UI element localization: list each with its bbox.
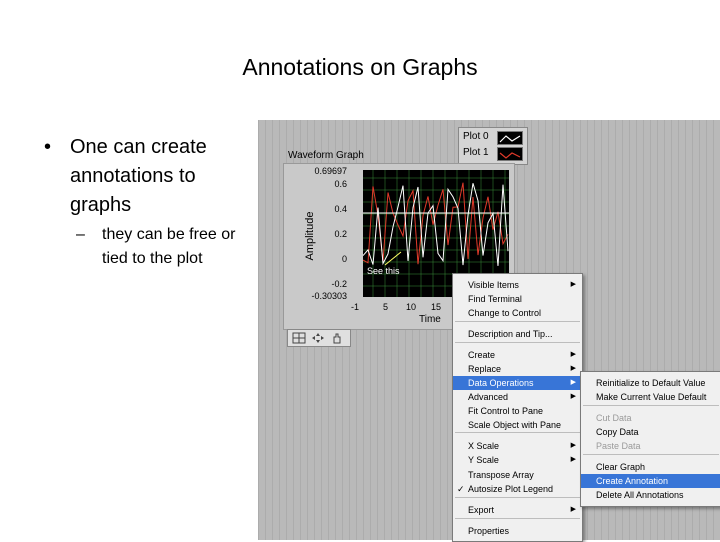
sub-bullet-text: they can be free or tied to the plot <box>102 226 236 267</box>
y-tick: 0.2 <box>334 229 347 239</box>
menu-item-label: Replace <box>468 364 502 374</box>
menu-item-data-operations[interactable]: Data Operations ▶ <box>453 376 582 390</box>
submenu-item-copy-data[interactable]: Copy Data <box>581 425 720 439</box>
bullet-symbol: • <box>44 136 52 158</box>
y-tick[interactable]: 0.69697 <box>297 166 347 176</box>
submenu-item-cut-data: Cut Data <box>581 411 720 425</box>
menu-item-label: Find Terminal <box>468 294 522 304</box>
submenu-arrow-icon: ▶ <box>570 365 576 372</box>
y-tick: 0 <box>341 254 347 264</box>
menu-item-label: Advanced <box>468 392 509 402</box>
submenu-item-label: Cut Data <box>596 413 632 423</box>
submenu-arrow-icon: ▶ <box>570 506 576 513</box>
submenu-arrow-icon: ▶ <box>570 351 576 358</box>
submenu-item-reinitialize-to-default-value[interactable]: Reinitialize to Default Value <box>581 376 720 390</box>
menu-item-find-terminal[interactable]: Find Terminal <box>453 292 582 306</box>
hand-icon[interactable] <box>329 332 345 344</box>
menu-separator <box>455 497 580 498</box>
y-tick: 0.4 <box>334 204 347 214</box>
menu-item-y-scale[interactable]: Y Scale ▶ <box>453 453 582 467</box>
plot0-line-icon <box>499 135 521 143</box>
annotation-label: See this <box>367 266 400 276</box>
menu-separator <box>455 432 580 433</box>
plot1-line-icon <box>499 152 521 159</box>
submenu-item-label: Copy Data <box>596 427 639 437</box>
x-tick[interactable]: -1 <box>351 302 359 312</box>
x-tick: 10 <box>406 302 417 312</box>
menu-item-label: Y Scale <box>468 455 499 465</box>
graph-label: Waveform Graph <box>288 150 364 161</box>
menu-item-label: Transpose Array <box>468 470 534 480</box>
slide-title: Annotations on Graphs <box>242 54 478 80</box>
legend-plot0-swatch[interactable] <box>497 131 523 145</box>
bullet-text: One can create annotations to graphs <box>70 136 207 216</box>
checkmark-icon: ✓ <box>457 484 465 494</box>
menu-item-export[interactable]: Export ▶ <box>453 503 582 517</box>
pan-icon[interactable] <box>310 332 326 344</box>
menu-item-replace[interactable]: Replace ▶ <box>453 362 582 376</box>
legend-plot1-swatch[interactable] <box>497 147 523 161</box>
menu-separator <box>583 405 719 406</box>
menu-item-label: Change to Control <box>468 308 542 318</box>
menu-separator <box>455 321 580 322</box>
context-menu: Visible Items ▶ Find Terminal Change to Con… <box>452 273 583 542</box>
y-tick: -0.2 <box>331 279 347 289</box>
menu-item-change-to-control[interactable]: Change to Control <box>453 306 582 320</box>
x-tick: 5 <box>383 302 389 312</box>
submenu-item-label: Clear Graph <box>596 462 646 472</box>
menu-item-description-and-tip[interactable]: Description and Tip... <box>453 327 582 341</box>
submenu-item-label: Paste Data <box>596 441 641 451</box>
submenu-item-clear-graph[interactable]: Clear Graph <box>581 460 720 474</box>
menu-item-label: Fit Control to Pane <box>468 406 544 416</box>
submenu-arrow-icon: ▶ <box>570 456 576 463</box>
y-tick: 0.6 <box>334 179 347 189</box>
menu-item-x-scale[interactable]: X Scale ▶ <box>453 439 582 453</box>
x-tick[interactable]: 15 <box>431 302 441 312</box>
sub-bullet-symbol: – <box>76 226 85 243</box>
menu-item-advanced[interactable]: Advanced ▶ <box>453 390 582 404</box>
submenu-arrow-icon: ▶ <box>570 442 576 449</box>
menu-item-fit-control-to-pane[interactable]: Fit Control to Pane <box>453 404 582 418</box>
submenu-arrow-icon: ▶ <box>570 281 576 288</box>
submenu-item-label: Create Annotation <box>596 476 669 486</box>
menu-item-properties[interactable]: Properties <box>453 524 582 538</box>
menu-item-scale-object-with-pane[interactable]: Scale Object with Pane <box>453 418 582 432</box>
menu-separator <box>455 518 580 519</box>
menu-item-label: Autosize Plot Legend <box>468 484 554 494</box>
menu-item-label: Data Operations <box>468 378 534 388</box>
submenu-item-delete-all-annotations[interactable]: Delete All Annotations <box>581 488 720 502</box>
legend-plot0-label[interactable]: Plot 0 <box>463 131 489 142</box>
submenu-arrow-icon: ▶ <box>570 393 576 400</box>
submenu-arrow-icon: ▶ <box>570 379 576 386</box>
menu-item-visible-items[interactable]: Visible Items ▶ <box>453 278 582 292</box>
graph-palette <box>287 329 351 347</box>
menu-item-label: Visible Items <box>468 280 519 290</box>
menu-item-create[interactable]: Create ▶ <box>453 348 582 362</box>
menu-item-transpose-array[interactable]: Transpose Array <box>453 468 582 482</box>
submenu-item-label: Delete All Annotations <box>596 490 684 500</box>
menu-item-autosize-plot-legend[interactable]: ✓ Autosize Plot Legend <box>453 482 582 496</box>
plot-legend[interactable]: Plot 0 Plot 1 <box>458 127 528 165</box>
annotation-arrow <box>384 251 402 266</box>
menu-item-label: Description and Tip... <box>468 329 553 339</box>
submenu-item-label: Reinitialize to Default Value <box>596 378 706 388</box>
submenu-item-label: Make Current Value Default <box>596 392 707 402</box>
menu-separator <box>455 342 580 343</box>
menu-item-label: Create <box>468 350 496 360</box>
data-operations-submenu: Reinitialize to Default Value Make Curren… <box>580 371 720 507</box>
submenu-item-create-annotation[interactable]: Create Annotation <box>581 474 720 488</box>
y-tick[interactable]: -0.30303 <box>297 291 347 301</box>
submenu-item-paste-data: Paste Data <box>581 439 720 453</box>
menu-item-label: Properties <box>468 526 510 536</box>
legend-plot1-label[interactable]: Plot 1 <box>463 147 489 158</box>
menu-separator <box>583 454 719 455</box>
menu-item-label: X Scale <box>468 441 500 451</box>
submenu-item-make-current-value-default[interactable]: Make Current Value Default <box>581 390 720 404</box>
x-axis-label: Time <box>419 314 441 325</box>
menu-item-label: Scale Object with Pane <box>468 420 562 430</box>
menu-item-label: Export <box>468 505 495 515</box>
zoom-icon[interactable] <box>291 332 307 344</box>
